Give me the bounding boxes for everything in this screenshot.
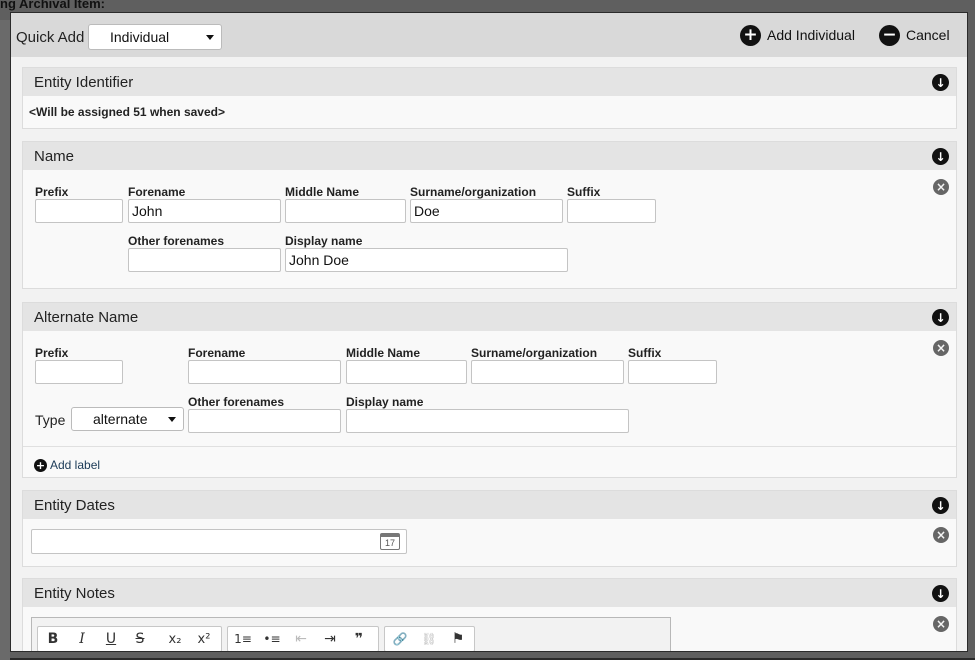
alt-prefix-label: Prefix	[35, 346, 69, 360]
prefix-field[interactable]	[35, 199, 123, 223]
alt-forename-field[interactable]	[188, 360, 341, 384]
entity-date-field[interactable]	[31, 529, 407, 554]
add-individual-button[interactable]: + Add Individual	[740, 23, 855, 47]
name-header[interactable]: Name ↓	[23, 142, 956, 170]
minus-circle-icon: −	[879, 24, 900, 46]
alt-suffix-field[interactable]	[628, 360, 717, 384]
forename-label: Forename	[128, 185, 186, 199]
plus-circle-icon: +	[34, 458, 47, 472]
rich-text-toolbar: B I U S x₂ x² 1≡ •≡ ⇤ ⇥ ❞ 🔗 ⛓ ⚑	[31, 617, 671, 651]
chevron-down-icon	[168, 417, 176, 422]
alt-middle-name-label: Middle Name	[346, 346, 421, 360]
middle-name-field[interactable]	[285, 199, 406, 223]
other-forenames-label: Other forenames	[128, 234, 225, 248]
strikethrough-icon[interactable]: S	[127, 628, 153, 650]
entity-type-value: Individual	[110, 29, 170, 45]
format-group: B I U S x₂ x²	[37, 626, 222, 651]
entity-type-select[interactable]: Individual	[88, 24, 222, 50]
remove-alternate-name-icon[interactable]: ×	[933, 340, 949, 356]
suffix-label: Suffix	[567, 185, 601, 199]
entity-identifier-panel: Entity Identifier ↓ <Will be assigned 51…	[22, 67, 957, 129]
alt-prefix-field[interactable]	[35, 360, 123, 384]
forename-field[interactable]: John	[128, 199, 281, 223]
remove-entity-notes-icon[interactable]: ×	[933, 616, 949, 632]
alt-surname-field[interactable]	[471, 360, 624, 384]
quick-add-toolbar: Quick Add Individual + Add Individual − …	[11, 13, 967, 57]
alternate-name-panel: Alternate Name ↓ × Prefix Forename Middl…	[22, 302, 957, 478]
alternate-name-header[interactable]: Alternate Name ↓	[23, 303, 956, 331]
alt-display-name-field[interactable]	[346, 409, 629, 433]
bold-icon[interactable]: B	[40, 628, 66, 650]
underline-icon[interactable]: U	[98, 628, 124, 650]
cancel-button[interactable]: − Cancel	[879, 23, 950, 47]
alternate-name-title: Alternate Name	[34, 309, 139, 326]
middle-name-label: Middle Name	[285, 185, 360, 199]
numbered-list-icon[interactable]: 1≡	[230, 628, 256, 650]
entity-dates-panel: Entity Dates ↓ × 17	[22, 490, 957, 567]
suffix-field[interactable]	[567, 199, 656, 223]
alt-type-select[interactable]: alternate	[71, 407, 184, 431]
collapse-arrow-icon[interactable]: ↓	[932, 309, 949, 326]
display-name-label: Display name	[285, 234, 363, 248]
add-label-text: Add label	[50, 458, 101, 472]
forename-value: John	[132, 203, 163, 219]
unlink-icon[interactable]: ⛓	[416, 628, 442, 650]
entity-identifier-title: Entity Identifier	[34, 74, 134, 91]
background-left-strip	[0, 20, 10, 660]
entity-identifier-header[interactable]: Entity Identifier ↓	[23, 68, 956, 96]
bulleted-list-icon[interactable]: •≡	[259, 628, 285, 650]
surname-field[interactable]: Doe	[410, 199, 563, 223]
name-title: Name	[34, 148, 75, 165]
display-name-value: John Doe	[289, 252, 349, 268]
plus-circle-icon: +	[740, 24, 761, 46]
add-individual-label: Add Individual	[767, 27, 855, 43]
collapse-arrow-icon[interactable]: ↓	[932, 497, 949, 514]
collapse-arrow-icon[interactable]: ↓	[932, 148, 949, 165]
surname-value: Doe	[414, 203, 440, 219]
blockquote-icon[interactable]: ❞	[346, 628, 372, 650]
alt-type-label: Type	[35, 412, 66, 428]
alt-forename-label: Forename	[188, 346, 246, 360]
alt-surname-label: Surname/organization	[471, 346, 598, 360]
remove-entity-dates-icon[interactable]: ×	[933, 527, 949, 543]
remove-name-icon[interactable]: ×	[933, 179, 949, 195]
entity-notes-header[interactable]: Entity Notes ↓	[23, 579, 956, 607]
add-label-button[interactable]: + Add label	[34, 458, 100, 472]
superscript-icon[interactable]: x²	[191, 628, 217, 650]
alt-suffix-label: Suffix	[628, 346, 662, 360]
subscript-icon[interactable]: x₂	[162, 628, 188, 650]
cancel-label: Cancel	[906, 27, 950, 43]
entity-dates-header[interactable]: Entity Dates ↓	[23, 491, 956, 519]
divider	[23, 446, 956, 447]
other-forenames-field[interactable]	[128, 248, 281, 272]
entity-notes-panel: Entity Notes ↓ × B I U S x₂ x² 1≡ •≡ ⇤ ⇥…	[22, 578, 957, 651]
list-group: 1≡ •≡ ⇤ ⇥ ❞	[227, 626, 379, 651]
outdent-icon[interactable]: ⇤	[288, 628, 314, 650]
surname-label: Surname/organization	[410, 185, 537, 199]
entity-dates-title: Entity Dates	[34, 497, 115, 514]
calendar-day: 17	[384, 538, 395, 548]
entity-notes-title: Entity Notes	[34, 585, 115, 602]
link-group: 🔗 ⛓ ⚑	[384, 626, 475, 651]
alt-display-name-label: Display name	[346, 395, 424, 409]
calendar-icon[interactable]: 17	[380, 533, 400, 550]
prefix-label: Prefix	[35, 185, 69, 199]
alt-type-value: alternate	[93, 411, 148, 427]
quick-add-dialog: Quick Add Individual + Add Individual − …	[10, 12, 968, 652]
alt-middle-name-field[interactable]	[346, 360, 467, 384]
italic-icon[interactable]: I	[69, 628, 95, 650]
indent-icon[interactable]: ⇥	[317, 628, 343, 650]
chevron-down-icon	[206, 35, 214, 40]
collapse-arrow-icon[interactable]: ↓	[932, 585, 949, 602]
entity-identifier-message: <Will be assigned 51 when saved>	[29, 105, 225, 119]
background-page-title: ng Archival Item:	[0, 0, 105, 11]
collapse-arrow-icon[interactable]: ↓	[932, 74, 949, 91]
anchor-flag-icon[interactable]: ⚑	[445, 628, 471, 650]
quick-add-label: Quick Add	[16, 29, 85, 46]
alt-other-forenames-label: Other forenames	[188, 395, 285, 409]
display-name-field[interactable]: John Doe	[285, 248, 568, 272]
name-panel: Name ↓ × Prefix Forename Middle Name Sur…	[22, 141, 957, 289]
link-icon[interactable]: 🔗	[387, 628, 413, 650]
alt-other-forenames-field[interactable]	[188, 409, 341, 433]
